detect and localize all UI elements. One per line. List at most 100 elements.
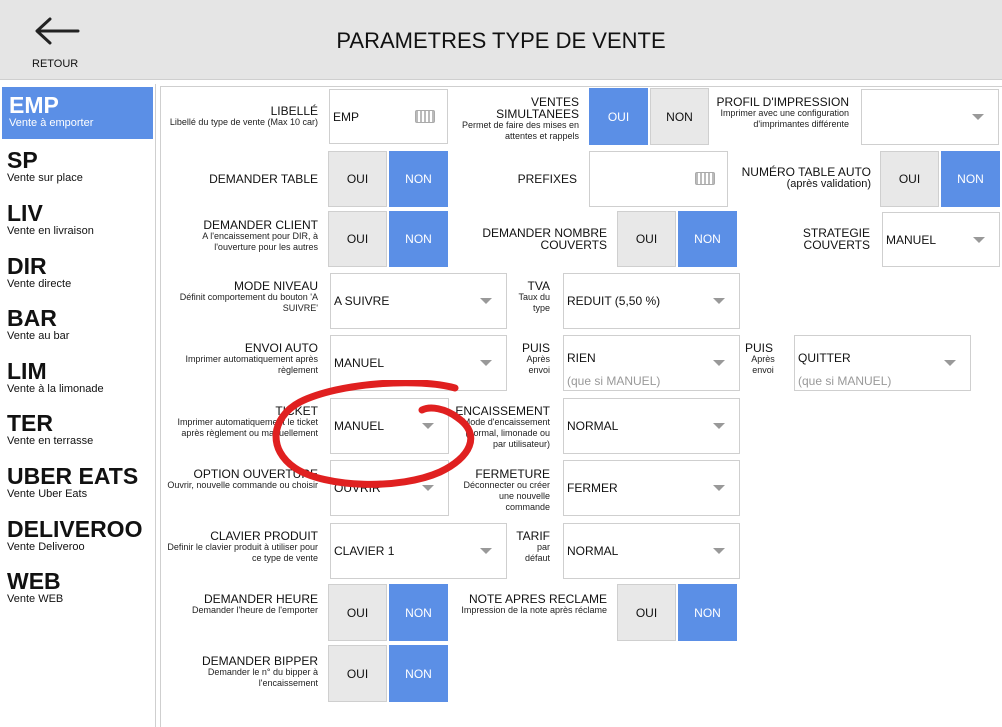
demander-table-non-button[interactable]: NON [389, 151, 448, 207]
note-apres-reclame-sub: Impression de la note après réclame [461, 605, 607, 615]
libelle-label: LIBELLÉ Libellé du type de vente (Max 10… [163, 105, 318, 128]
tarif-title: TARIF [516, 529, 550, 543]
ticket-value: MANUEL [334, 419, 385, 433]
sidebar-item-liv[interactable]: LIV Vente en livraison [0, 195, 154, 247]
sidebar-item-desc: Vente à la limonade [7, 383, 104, 395]
prefixes-input[interactable] [589, 151, 728, 207]
chevron-down-icon [973, 236, 985, 243]
demander-bipper-title: DEMANDER BIPPER [201, 654, 318, 668]
sidebar-item-web[interactable]: WEB Vente WEB [0, 563, 154, 615]
ventes-simultanees-label: VENTES SIMULTANEES Permet de faire des m… [459, 96, 579, 142]
envoi-auto-label: ENVOI AUTO Imprimer automatiquement aprè… [163, 342, 318, 376]
page-title: PARAMETRES TYPE DE VENTE [336, 28, 666, 53]
chevron-down-icon [972, 114, 984, 120]
puis-value-1: RIEN [567, 351, 596, 365]
demander-client-oui-button[interactable]: OUI [328, 211, 387, 267]
sidebar-item-code: DIR [7, 253, 47, 279]
ticket-title: TICKET [275, 404, 318, 418]
tva-value: REDUIT (5,50 %) [567, 294, 661, 308]
note-apres-reclame-non-button[interactable]: NON [678, 584, 737, 641]
tarif-label: TARIF par défaut [512, 530, 550, 564]
ventes-simultanees-non-button[interactable]: NON [650, 88, 709, 145]
ventes-simultanees-sub: Permet de faire des mises en attentes et… [461, 120, 579, 141]
demander-table-oui-button[interactable]: OUI [328, 151, 387, 207]
clavier-produit-title: CLAVIER PRODUIT [210, 529, 318, 543]
demander-client-sub: A l'encaissement pour DIR, à l'ouverture… [202, 231, 318, 252]
ventes-simultanees-title: VENTES SIMULTANEES [496, 95, 579, 121]
mode-niveau-label: MODE NIVEAU Définit comportement du bout… [163, 280, 318, 314]
numero-table-auto-non-button[interactable]: NON [941, 151, 1000, 207]
demander-heure-label: DEMANDER HEURE Demander l'heure de l'emp… [163, 593, 318, 616]
ventes-simultanees-oui-button[interactable]: OUI [589, 88, 648, 145]
sidebar-item-deliveroo[interactable]: DELIVEROO Vente Deliveroo [0, 511, 154, 563]
encaissement-sub: Mode d'encaissement (normal, limonade ou… [462, 417, 550, 449]
option-ouverture-select[interactable]: OUVRIR [330, 460, 449, 516]
libelle-title: LIBELLÉ [270, 104, 318, 118]
sidebar-item-dir[interactable]: DIR Vente directe [0, 248, 154, 300]
fermeture-select[interactable]: FERMER [563, 460, 740, 516]
chevron-down-icon [713, 485, 725, 491]
tarif-sub: par défaut [524, 542, 550, 563]
demander-client-non-button[interactable]: NON [389, 211, 448, 267]
sidebar-item-desc: Vente au bar [7, 330, 70, 342]
option-ouverture-value: OUVRIR [334, 481, 381, 495]
fermeture-title: FERMETURE [475, 467, 550, 481]
puis-sub-2: Après envoi [751, 354, 775, 375]
mode-niveau-title: MODE NIVEAU [233, 279, 318, 293]
chevron-down-icon [480, 298, 492, 304]
sidebar-item-emp[interactable]: EMP Vente à emporter [2, 87, 153, 139]
demander-nombre-couverts-oui-button[interactable]: OUI [617, 211, 676, 267]
envoi-auto-select[interactable]: MANUEL [330, 335, 507, 391]
puis-title-1: PUIS [521, 341, 550, 355]
demander-table-title: DEMANDER TABLE [209, 172, 318, 186]
sidebar-item-sp[interactable]: SP Vente sur place [0, 142, 154, 194]
clavier-produit-label: CLAVIER PRODUIT Definir le clavier produ… [163, 530, 318, 564]
demander-nombre-couverts-non-button[interactable]: NON [678, 211, 737, 267]
libelle-value: EMP [333, 109, 360, 124]
puis-select-2[interactable]: QUITTER (que si MANUEL) [794, 335, 971, 391]
sidebar-item-code: BAR [7, 305, 57, 331]
libelle-sub: Libellé du type de vente (Max 10 car) [169, 117, 318, 127]
sidebar-item-desc: Vente en livraison [7, 225, 94, 237]
keyboard-icon[interactable] [415, 109, 435, 123]
numero-table-auto-oui-button[interactable]: OUI [880, 151, 939, 207]
sidebar-item-desc: Vente directe [7, 278, 72, 290]
sidebar-item-bar[interactable]: BAR Vente au bar [0, 300, 154, 352]
demander-heure-non-button[interactable]: NON [389, 584, 448, 641]
encaissement-select[interactable]: NORMAL [563, 398, 740, 454]
puis-select-1[interactable]: RIEN (que si MANUEL) [563, 335, 740, 391]
note-apres-reclame-oui-button[interactable]: OUI [617, 584, 676, 641]
sidebar-item-uber-eats[interactable]: UBER EATS Vente Uber Eats [0, 458, 154, 510]
demander-bipper-non-button[interactable]: NON [389, 645, 448, 702]
ticket-select[interactable]: MANUEL [330, 398, 449, 454]
demander-heure-oui-button[interactable]: OUI [328, 584, 387, 641]
demander-bipper-oui-button[interactable]: OUI [328, 645, 387, 702]
sidebar: EMP Vente à emporter SP Vente sur place … [0, 84, 156, 727]
sidebar-item-code: SP [7, 147, 38, 173]
sidebar-item-ter[interactable]: TER Vente en terrasse [0, 405, 154, 457]
chevron-down-icon [422, 423, 434, 429]
mode-niveau-select[interactable]: A SUIVRE [330, 273, 507, 329]
numero-table-auto-label: NUMÉRO TABLE AUTO (après validation) [735, 166, 871, 190]
keyboard-icon[interactable] [695, 172, 715, 185]
strategie-couverts-select[interactable]: MANUEL [882, 212, 1000, 267]
clavier-produit-select[interactable]: CLAVIER 1 [330, 523, 507, 579]
profil-impression-sub: Imprimer avec une configuration d'imprim… [720, 108, 849, 129]
option-ouverture-label: OPTION OUVERTURE Ouvrir, nouvelle comman… [163, 468, 318, 491]
tarif-select[interactable]: NORMAL [563, 523, 740, 579]
note-apres-reclame-title: NOTE APRES RECLAME [468, 592, 607, 606]
profil-impression-select[interactable] [861, 89, 999, 145]
option-ouverture-title: OPTION OUVERTURE [193, 467, 318, 481]
libelle-input[interactable]: EMP [329, 89, 448, 144]
profil-impression-label: PROFIL D'IMPRESSION Imprimer avec une co… [714, 96, 849, 130]
tva-select[interactable]: REDUIT (5,50 %) [563, 273, 740, 329]
note-apres-reclame-label: NOTE APRES RECLAME Impression de la note… [460, 593, 607, 616]
sidebar-item-desc: Vente à emporter [9, 117, 94, 129]
sidebar-item-lim[interactable]: LIM Vente à la limonade [0, 353, 154, 405]
sidebar-item-code: TER [7, 410, 53, 436]
fermeture-sub: Déconnecter ou créer une nouvelle comman… [463, 480, 550, 512]
encaissement-value: NORMAL [567, 419, 619, 433]
chevron-down-icon [713, 360, 725, 366]
chevron-down-icon [713, 298, 725, 304]
numero-table-auto-title: NUMÉRO TABLE AUTO [741, 165, 871, 179]
